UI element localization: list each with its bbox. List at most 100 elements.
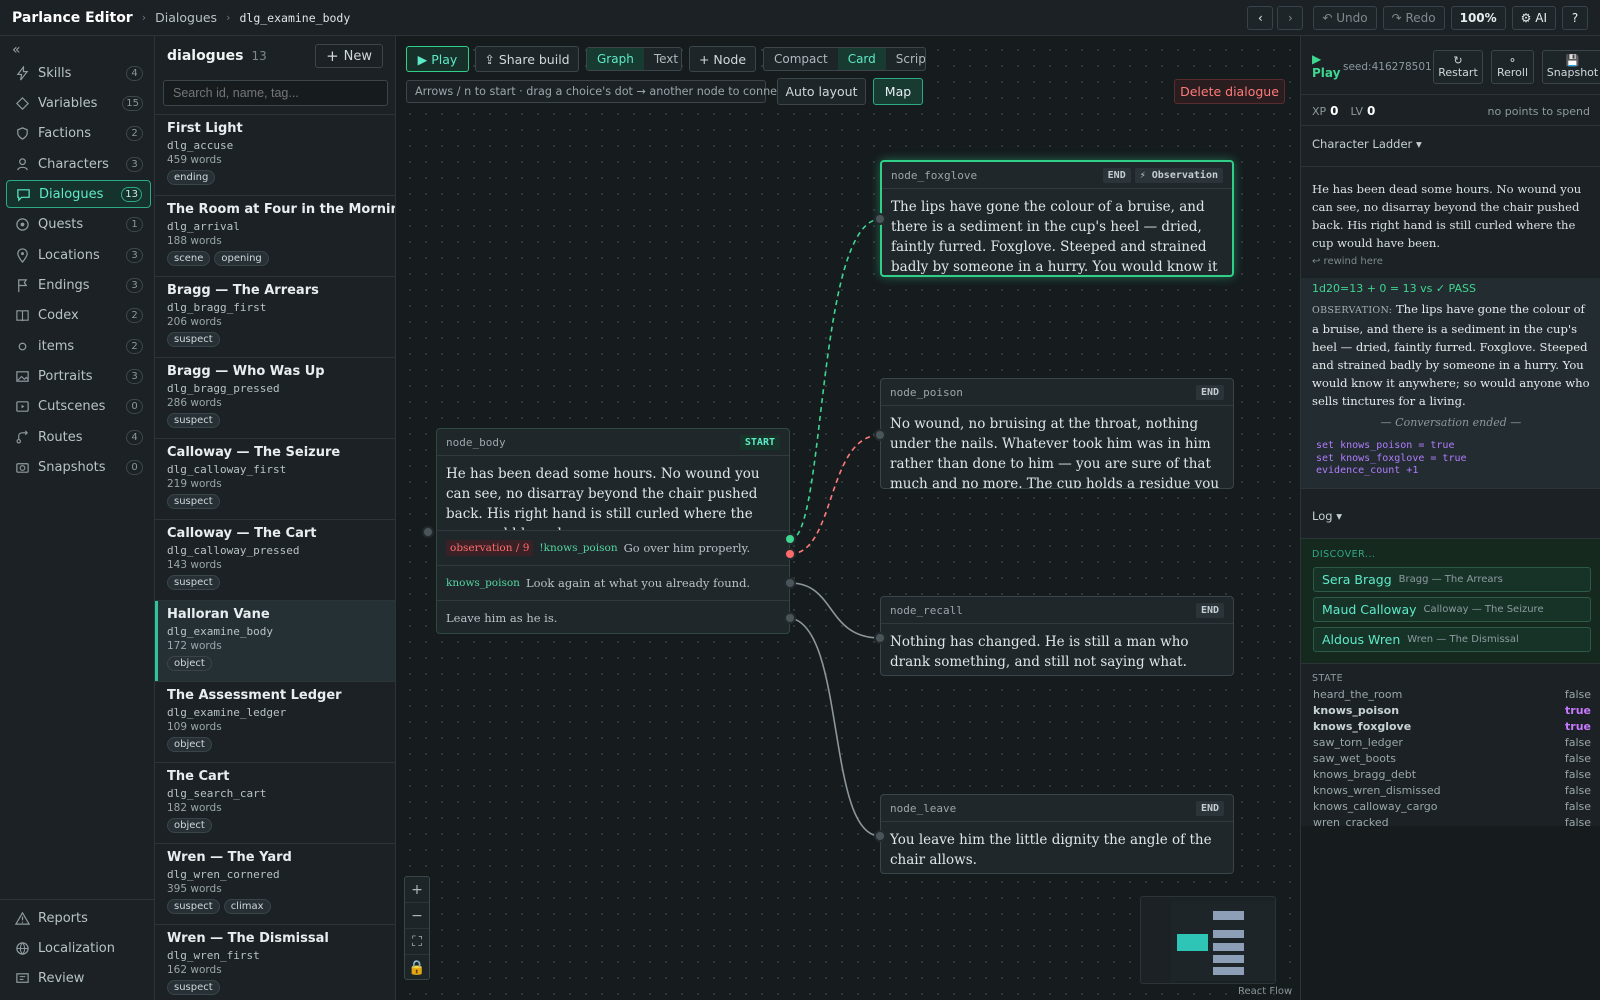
breadcrumb-dialogues[interactable]: Dialogues — [155, 10, 217, 25]
node-leave[interactable]: node_leave END You leave him the little … — [880, 794, 1234, 874]
sidebar-item-label: Locations — [38, 247, 100, 263]
input-port[interactable] — [422, 526, 434, 538]
edge-fail — [789, 434, 881, 555]
dialogue-list-item[interactable]: Wren — The Yard dlg_wren_cornered 395 word… — [155, 843, 395, 924]
sidebar-item-endings[interactable]: Endings 3 — [6, 271, 151, 299]
sidebar-item-variables[interactable]: Variables 15 — [6, 89, 151, 117]
dialogue-id: dlg_calloway_pressed — [167, 544, 300, 557]
node-recall[interactable]: node_recall END Nothing has changed. He … — [880, 596, 1234, 676]
sidebar-item-skills[interactable]: Skills 4 — [6, 59, 151, 87]
forward-button[interactable]: › — [1277, 5, 1304, 30]
sidebar-item-localization[interactable]: Localization — [6, 934, 151, 962]
react-flow-attribution[interactable]: React Flow — [1238, 986, 1292, 997]
sidebar-item-quests[interactable]: Quests 1 — [6, 210, 151, 238]
undo-button[interactable]: ↶ Undo — [1313, 5, 1377, 30]
rewind-link[interactable]: ↩ rewind here — [1312, 256, 1383, 267]
sidebar-item-label: Review — [38, 970, 85, 986]
word-count: 206 words — [167, 316, 222, 328]
discover-item[interactable]: Sera Bragg Bragg — The Arrears — [1313, 567, 1591, 592]
back-button[interactable]: ‹ — [1247, 5, 1274, 30]
input-port[interactable] — [874, 632, 886, 644]
node-foxglove[interactable]: node_foxglove END ⚡ Observation The lips… — [880, 160, 1234, 277]
node-body[interactable]: node_body START He has been dead some ho… — [436, 428, 790, 634]
conversation-ended: — Conversation ended — — [1380, 416, 1522, 429]
dialogue-list-item[interactable]: Calloway — The Cart dlg_calloway_pressed 1… — [155, 519, 395, 600]
snapshot-button[interactable]: 💾 Snapshot — [1542, 50, 1600, 84]
log-toggle[interactable]: Log ▾ — [1312, 509, 1342, 523]
tag-badge: climax — [223, 899, 271, 914]
choice-row[interactable]: knows_poison Look again at what you alre… — [437, 565, 789, 600]
sidebar-item-dialogues[interactable]: Dialogues 13 — [6, 180, 151, 208]
roll-result: 1d20=13 + 0 = 13 vs ✓ PASS — [1312, 282, 1476, 295]
sidebar-item-cutscenes[interactable]: Cutscenes 0 — [6, 392, 151, 420]
node-id: node_poison — [890, 385, 963, 399]
new-dialogue-button[interactable]: + New — [315, 44, 383, 68]
output-port[interactable] — [784, 612, 796, 624]
output-port[interactable] — [784, 577, 796, 589]
word-count: 109 words — [167, 721, 222, 733]
collapse-sidebar-icon[interactable]: « — [12, 42, 21, 58]
sidebar-item-characters[interactable]: Characters 3 — [6, 150, 151, 178]
restart-button[interactable]: ↻ Restart — [1433, 50, 1483, 84]
input-port[interactable] — [874, 830, 886, 842]
sidebar-item-portraits[interactable]: Portraits 3 — [6, 362, 151, 390]
minimap[interactable] — [1140, 896, 1276, 984]
dialogue-list-item[interactable]: Bragg — Who Was Up dlg_bragg_pressed 286 w… — [155, 357, 395, 438]
tag-badge: suspect — [167, 332, 220, 347]
input-port[interactable] — [874, 213, 886, 225]
sidebar-item-items[interactable]: items 2 — [6, 332, 151, 360]
dialogue-name: Bragg — Who Was Up — [167, 364, 325, 379]
dialogue-name: First Light — [167, 121, 243, 136]
choice-row[interactable]: observation / 9 !knows_poison Go over hi… — [437, 530, 789, 565]
reroll-button[interactable]: ⚬ Reroll — [1491, 50, 1534, 84]
choice-row[interactable]: Leave him as he is. — [437, 600, 789, 633]
breadcrumb-separator: › — [141, 11, 147, 24]
zoom-out-icon[interactable]: − — [405, 903, 429, 929]
sidebar-item-count: 2 — [126, 338, 143, 354]
search-input[interactable] — [163, 80, 388, 106]
dialogue-list-item[interactable]: Wren — The Dismissal dlg_wren_first 162 wo… — [155, 924, 395, 1000]
input-port[interactable] — [874, 429, 886, 441]
dialogue-list-item[interactable]: The Room at Four in the Morning dlg_arriv… — [155, 195, 395, 276]
shield-icon — [14, 125, 30, 141]
pass-output-port[interactable] — [784, 533, 796, 545]
fit-view-icon[interactable]: ⛶ — [405, 929, 429, 955]
discover-item[interactable]: Maud Calloway Calloway — The Seizure — [1313, 597, 1591, 622]
sidebar-item-locations[interactable]: Locations 3 — [6, 241, 151, 269]
dialogue-list-item[interactable]: First Light dlg_accuse 459 words ending — [155, 114, 395, 195]
dialogue-list-item[interactable]: The Cart dlg_search_cart 182 words object — [155, 762, 395, 843]
redo-button[interactable]: ↷ Redo — [1382, 5, 1445, 30]
sidebar-item-routes[interactable]: Routes 4 — [6, 423, 151, 451]
dialogue-list-item[interactable]: Calloway — The Seizure dlg_calloway_first… — [155, 438, 395, 519]
state-key: heard_the_room — [1313, 688, 1403, 701]
plus-icon: + — [326, 47, 339, 65]
word-count: 286 words — [167, 397, 222, 409]
ai-button[interactable]: ⚙ AI — [1511, 5, 1556, 30]
sidebar-item-snapshots[interactable]: Snapshots 0 — [6, 453, 151, 481]
help-button[interactable]: ? — [1562, 5, 1588, 30]
minimap-node-leave — [1213, 955, 1244, 963]
discover-item[interactable]: Aldous Wren Wren — The Dismissal — [1313, 627, 1591, 652]
node-poison[interactable]: node_poison END No wound, no bruising at… — [880, 378, 1234, 489]
lock-icon[interactable]: 🔒 — [405, 955, 429, 981]
state-value: false — [1564, 768, 1591, 781]
sidebar-item-count: 2 — [126, 125, 143, 141]
sidebar-item-codex[interactable]: Codex 2 — [6, 301, 151, 329]
dialogue-id: dlg_wren_cornered — [167, 868, 280, 881]
sidebar-item-reports[interactable]: Reports — [6, 904, 151, 932]
divider — [1301, 488, 1600, 489]
graph-canvas[interactable]: ▶ Play ⇪ Share build Graph Text + Node C… — [396, 36, 1300, 1000]
zoom-level[interactable]: 100% — [1450, 5, 1506, 30]
zoom-in-icon[interactable]: + — [405, 877, 429, 903]
panel-footer-space — [1301, 826, 1600, 1000]
dialogue-list-item[interactable]: Bragg — The Arrears dlg_bragg_first 206 wo… — [155, 276, 395, 357]
dialogue-list-item[interactable]: The Assessment Ledger dlg_examine_ledger 1… — [155, 681, 395, 762]
character-ladder-toggle[interactable]: Character Ladder ▾ — [1312, 137, 1422, 151]
state-key: saw_torn_ledger — [1313, 736, 1403, 749]
state-row: knows_wren_dismissed false — [1313, 784, 1591, 797]
sidebar-item-review[interactable]: Review — [6, 964, 151, 992]
dialogue-list-item[interactable]: Halloran Vane dlg_examine_body 172 words ob… — [155, 600, 395, 681]
lv-value: 0 — [1366, 104, 1376, 118]
fail-output-port[interactable] — [784, 548, 796, 560]
sidebar-item-factions[interactable]: Factions 2 — [6, 119, 151, 147]
